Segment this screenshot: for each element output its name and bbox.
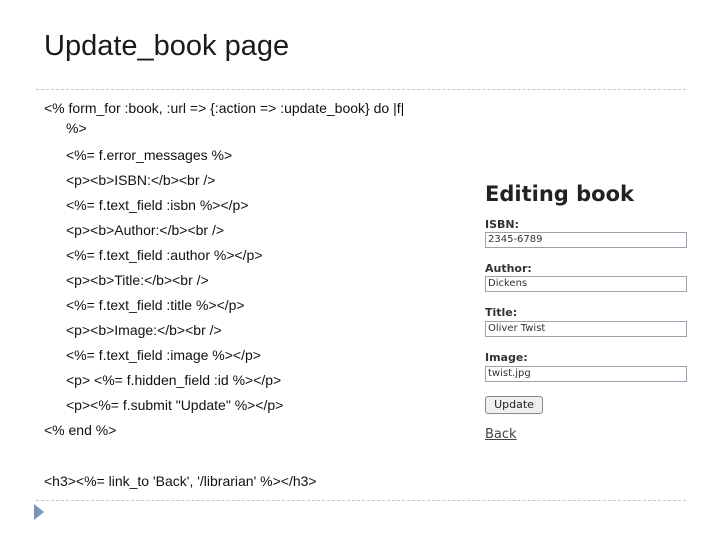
code-line: <p><b>ISBN:</b><br /> [66, 172, 216, 188]
code-line: <%= f.text_field :image %></p> [66, 347, 261, 363]
code-line: <p><b>Author:</b><br /> [66, 222, 225, 238]
image-field[interactable]: twist.jpg [485, 366, 687, 382]
code-line: <p><%= f.submit "Update" %></p> [66, 397, 284, 413]
code-line: <p> <%= f.hidden_field :id %></p> [66, 372, 282, 388]
slide-title: Update_book page [44, 30, 290, 62]
code-line: <% end %> [44, 422, 117, 438]
author-label: Author: [485, 262, 532, 275]
title-label: Title: [485, 306, 518, 319]
code-line: <h3><%= link_to 'Back', '/librarian' %><… [44, 473, 317, 489]
author-field[interactable]: Dickens [485, 276, 687, 292]
back-link[interactable]: Back [485, 427, 517, 442]
code-line: <%= f.text_field :title %></p> [66, 297, 245, 313]
code-line: <p><b>Title:</b><br /> [66, 272, 209, 288]
isbn-label: ISBN: [485, 218, 520, 231]
code-line: <%= f.error_messages %> [66, 147, 233, 163]
isbn-field[interactable]: 2345-6789 [485, 232, 687, 248]
preview-heading: Editing book [485, 182, 634, 206]
code-line: <%= f.text_field :author %></p> [66, 247, 263, 263]
code-line: %> [66, 120, 87, 136]
top-divider [36, 89, 686, 90]
code-line: <%= f.text_field :isbn %></p> [66, 197, 249, 213]
image-label: Image: [485, 351, 528, 364]
next-arrow-icon [34, 504, 44, 520]
form-preview-screenshot: Editing book ISBN: 2345-6789 Author: Dic… [485, 182, 695, 452]
update-button[interactable]: Update [485, 396, 543, 414]
bottom-divider [36, 500, 686, 501]
title-field[interactable]: Oliver Twist [485, 321, 687, 337]
code-line: <p><b>Image:</b><br /> [66, 322, 222, 338]
code-line: <% form_for :book, :url => {:action => :… [44, 100, 405, 116]
